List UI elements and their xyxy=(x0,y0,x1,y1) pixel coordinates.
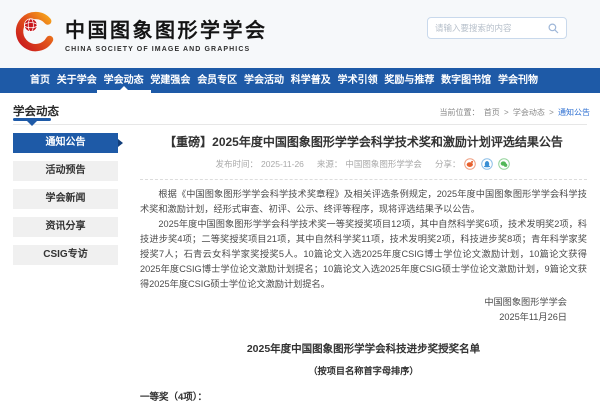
breadcrumb-separator: > xyxy=(549,108,554,117)
page-title: 学会动态 xyxy=(13,103,59,119)
article-meta: 发布时间：2025-11-26 来源：中国图象图形学学会 分享： xyxy=(140,158,587,170)
publish-time-label: 发布时间： xyxy=(216,158,259,170)
article-title: 【重磅】2025年度中国图象图形学学会科学技术奖和激励计划评选结果公告 xyxy=(140,135,587,151)
sidebar-item-news[interactable]: 学会新闻 xyxy=(13,189,118,209)
meta-divider xyxy=(140,179,587,180)
nav-item-news[interactable]: 学会动态 xyxy=(102,68,146,93)
nav-item-about[interactable]: 关于学会 xyxy=(55,68,99,93)
csig-logo-icon xyxy=(12,11,56,55)
article-content: 【重磅】2025年度中国图象图形学学会科学技术奖和激励计划评选结果公告 发布时间… xyxy=(140,133,587,406)
search-icon[interactable] xyxy=(548,23,559,34)
award-list-subtitle: （按项目名称首字母排序） xyxy=(140,363,587,377)
nav-item-home[interactable]: 首页 xyxy=(28,68,52,93)
search-input[interactable] xyxy=(435,23,548,33)
org-name-en: CHINA SOCIETY OF IMAGE AND GRAPHICS xyxy=(65,46,268,53)
breadcrumb-label: 当前位置： xyxy=(439,108,479,117)
signature-org: 中国图象图形学学会 xyxy=(140,295,587,310)
search-box[interactable] xyxy=(427,17,567,39)
nav-item-science[interactable]: 科学普及 xyxy=(289,68,333,93)
sidebar-item-notices[interactable]: 通知公告 xyxy=(13,133,118,153)
share-wechat-icon[interactable] xyxy=(498,158,510,170)
signature-date: 2025年11月26日 xyxy=(140,310,587,325)
award-grade-heading: 一等奖（4项）： xyxy=(140,390,587,405)
site-header: 中国图象图形学学会 CHINA SOCIETY OF IMAGE AND GRA… xyxy=(0,0,600,68)
breadcrumb-current[interactable]: 通知公告 xyxy=(558,108,590,117)
title-arrow-icon xyxy=(27,121,37,126)
source-value: 中国图象图形学学会 xyxy=(345,158,422,170)
article-paragraph: 根据《中国图象图形学学会科学技术奖章程》及相关评选条例规定，2025年度中国图象… xyxy=(140,187,587,217)
nav-item-academic[interactable]: 学术引领 xyxy=(336,68,380,93)
section-header: 学会动态 当前位置： 首页 > 学会动态 > 通知公告 xyxy=(13,93,587,125)
nav-item-party[interactable]: 党建强会 xyxy=(148,68,192,93)
sidebar-item-csig-interview[interactable]: CSIG专访 xyxy=(13,245,118,265)
sidebar: 通知公告 活动预告 学会新闻 资讯分享 CSIG专访 xyxy=(13,133,118,406)
nav-item-journals[interactable]: 学会刊物 xyxy=(496,68,540,93)
breadcrumb: 当前位置： 首页 > 学会动态 > 通知公告 xyxy=(437,107,590,118)
share-qq-icon[interactable] xyxy=(481,158,493,170)
source-label: 来源： xyxy=(317,158,343,170)
main-area: 通知公告 活动预告 学会新闻 资讯分享 CSIG专访 【重磅】2025年度中国图… xyxy=(13,133,587,406)
org-name-cn: 中国图象图形学学会 xyxy=(65,14,268,43)
nav-item-members[interactable]: 会员专区 xyxy=(195,68,239,93)
logo-block[interactable]: 中国图象图形学学会 CHINA SOCIETY OF IMAGE AND GRA… xyxy=(12,11,268,55)
publish-time: 2025-11-26 xyxy=(261,159,304,169)
nav-item-awards[interactable]: 奖励与推荐 xyxy=(382,68,436,93)
breadcrumb-separator: > xyxy=(504,108,509,117)
breadcrumb-section[interactable]: 学会动态 xyxy=(513,108,545,117)
main-nav: 首页 关于学会 学会动态 党建强会 会员专区 学会活动 科学普及 学术引领 奖励… xyxy=(0,68,600,93)
signature-block: 中国图象图形学学会 2025年11月26日 xyxy=(140,295,587,325)
award-list-title: 2025年度中国图象图形学学会科技进步奖授奖名单 xyxy=(140,341,587,356)
nav-item-library[interactable]: 数字图书馆 xyxy=(439,68,493,93)
article-paragraph: 2025年度中国图象图形学学会科学技术奖一等奖授奖项目12项，其中自然科学奖6项… xyxy=(140,217,587,292)
sidebar-item-info-share[interactable]: 资讯分享 xyxy=(13,217,118,237)
breadcrumb-home[interactable]: 首页 xyxy=(484,108,500,117)
share-label: 分享： xyxy=(435,158,461,170)
sidebar-item-previews[interactable]: 活动预告 xyxy=(13,161,118,181)
nav-item-activities[interactable]: 学会活动 xyxy=(242,68,286,93)
share-weibo-icon[interactable] xyxy=(464,158,476,170)
